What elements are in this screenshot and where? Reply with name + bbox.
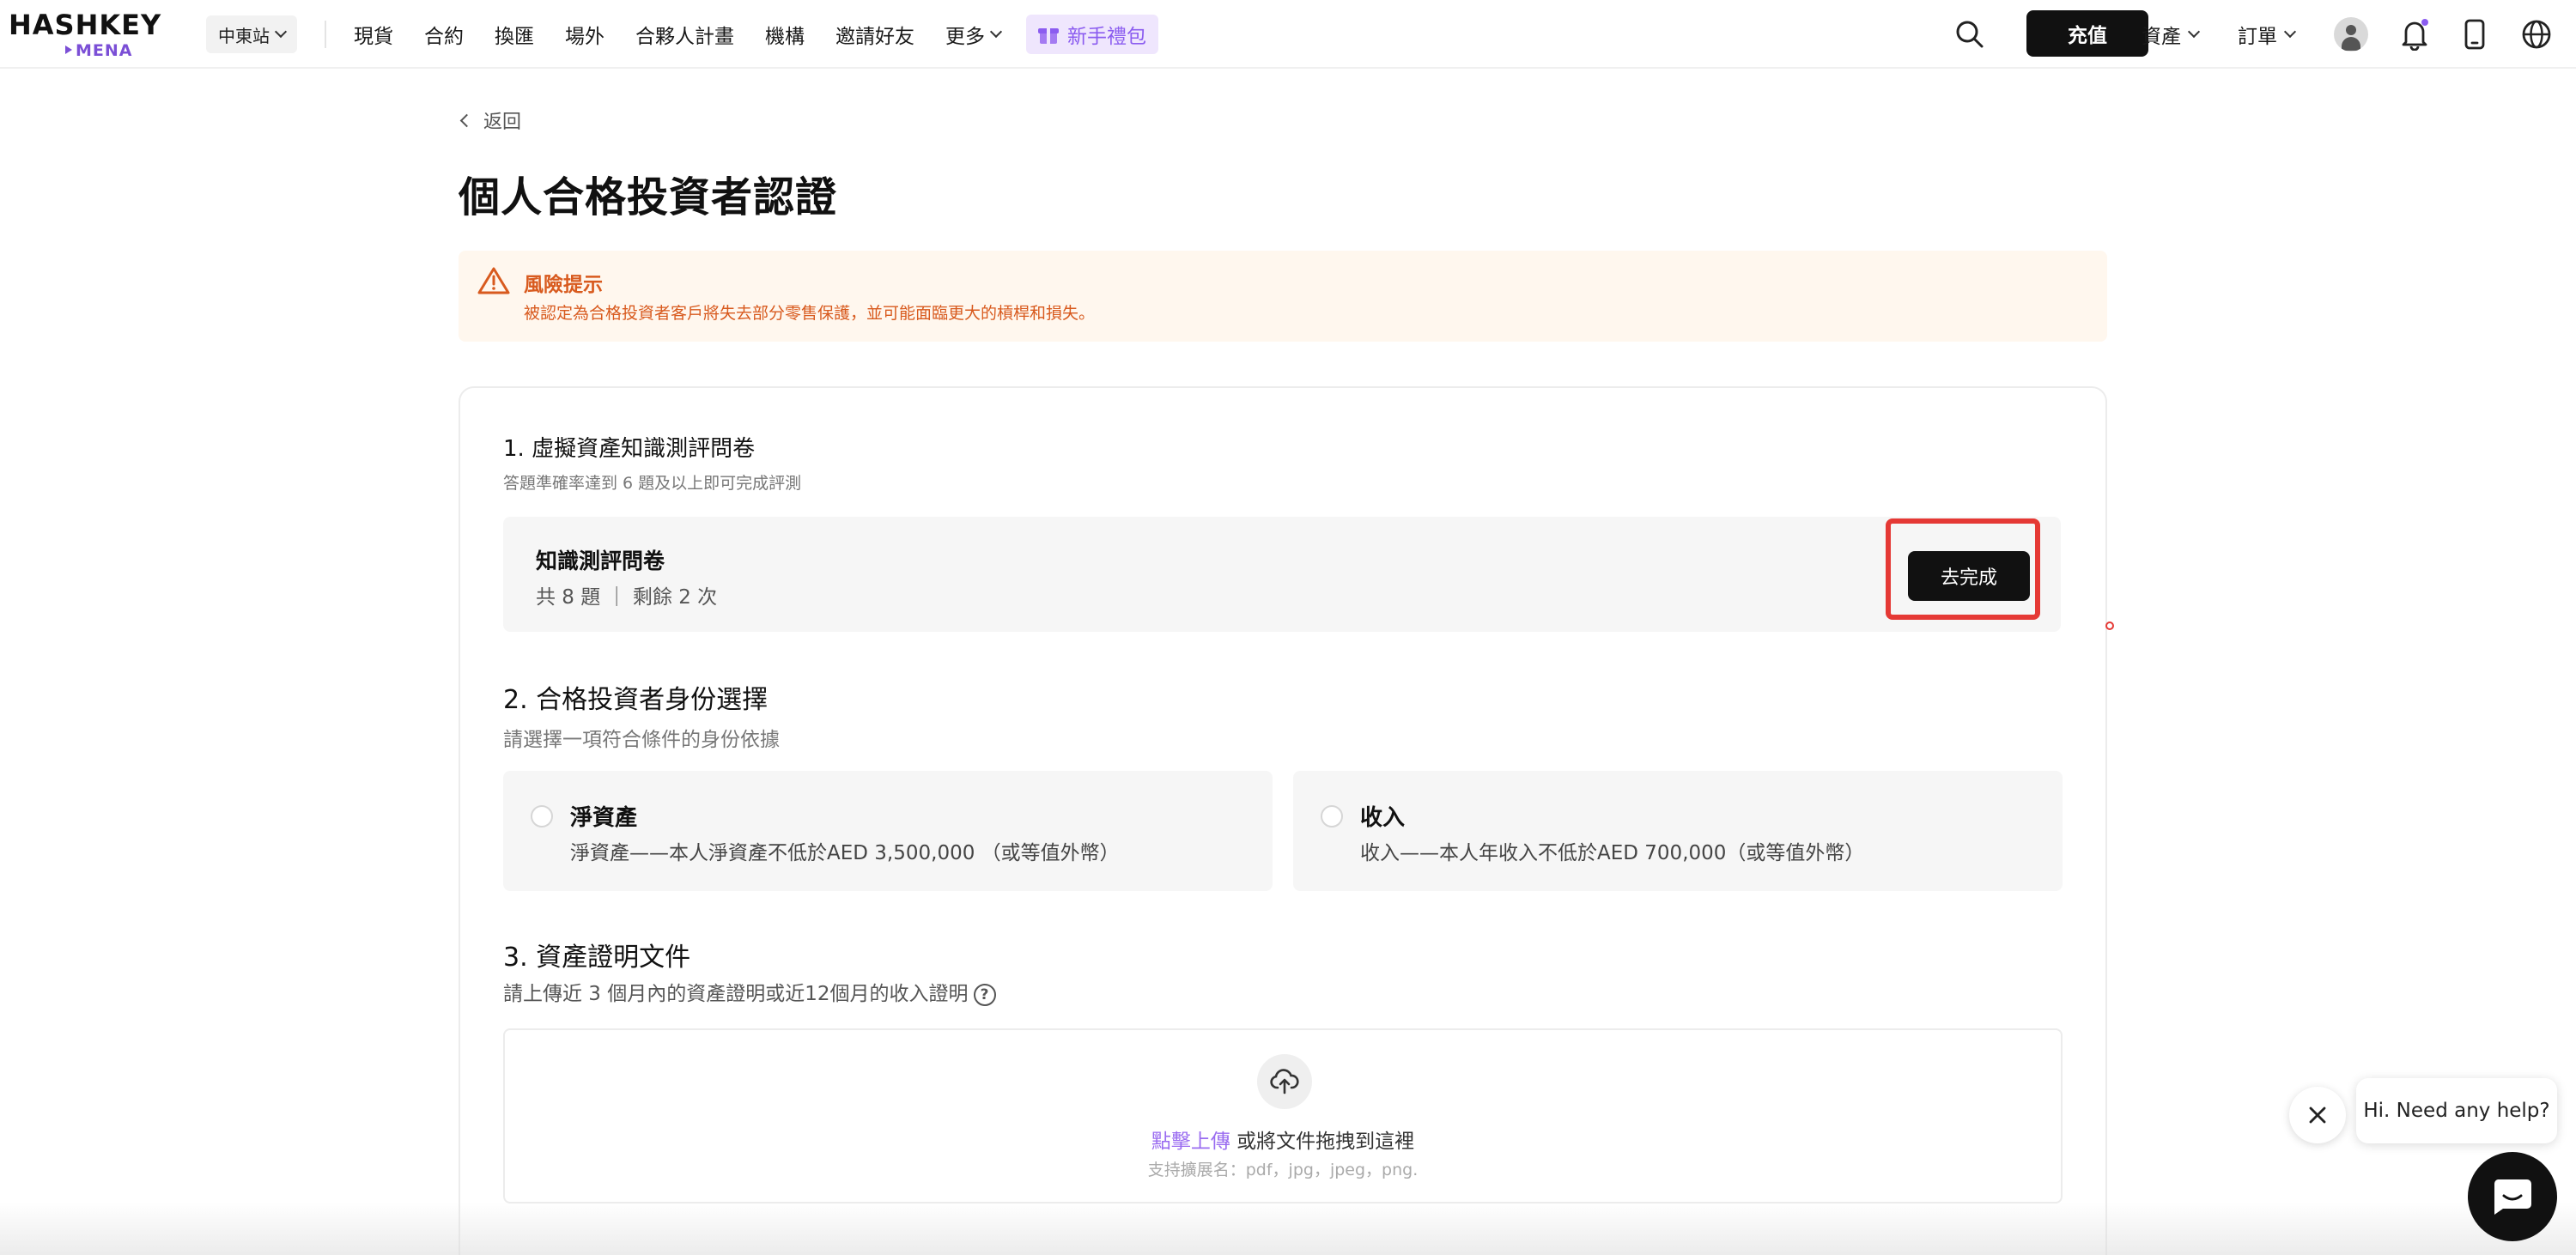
logo-wordmark: HASHKEY (9, 9, 162, 41)
nav-item-convert[interactable]: 換匯 (495, 20, 534, 49)
risk-title: 風險提示 (524, 274, 603, 296)
page-title: 個人合格投資者認證 (459, 173, 838, 221)
option-title: 淨資產 (570, 805, 638, 831)
chat-close-button[interactable] (2289, 1087, 2346, 1143)
upload-text: 或將文件拖拽到這裡 (1230, 1131, 1415, 1153)
nav-divider (325, 21, 326, 48)
bell-icon[interactable] (2397, 17, 2432, 52)
back-link[interactable]: 返回 (459, 106, 522, 134)
logo-sub: MENA (65, 41, 133, 60)
nav-item-institution[interactable]: 機構 (765, 20, 805, 49)
section3-subtitle: 請上傳近 3 個月內的資產證明或近12個月的收入證明 (503, 983, 969, 1005)
option-income[interactable]: 收入 收入——本人年收入不低於AED 700,000（或等值外幣） (1293, 771, 2063, 891)
warning-icon (477, 266, 510, 299)
upload-link[interactable]: 點擊上傳 (1151, 1131, 1230, 1153)
chat-icon (2494, 1179, 2531, 1215)
search-icon[interactable] (1953, 17, 1987, 52)
back-label: 返回 (483, 112, 522, 133)
nav-item-otc[interactable]: 場外 (565, 20, 605, 49)
chat-launcher-button[interactable] (2468, 1152, 2557, 1241)
nav-item-spot[interactable]: 現貨 (354, 20, 393, 49)
upload-hint: 支持擴展名：pdf，jpg，jpeg，png. (1147, 1161, 1419, 1179)
quiz-card: 知識測評問卷 共 8 題 ｜ 剩餘 2 次 去完成 (503, 517, 2061, 632)
mobile-icon[interactable] (2458, 17, 2492, 52)
chevron-down-icon (989, 25, 1003, 39)
orders-label: 訂單 (2238, 26, 2277, 48)
nav-more-label: 更多 (945, 26, 985, 48)
region-label: 中東站 (218, 25, 270, 46)
option-title: 收入 (1360, 805, 1406, 831)
section1-title: 1. 虛擬資產知識測評問卷 (503, 436, 756, 462)
cursor-marker (2105, 621, 2114, 630)
gift-icon (1038, 25, 1059, 44)
section2-subtitle: 請選擇一項符合條件的身份依據 (503, 729, 780, 751)
section1-subtitle: 答題準確率達到 6 題及以上即可完成評測 (503, 474, 802, 493)
option-net-assets[interactable]: 淨資產 淨資產——本人淨資產不低於AED 3,500,000 （或等值外幣） (503, 771, 1273, 891)
chevron-down-icon (2187, 25, 2201, 39)
bottom-shadow (0, 1202, 2576, 1255)
globe-icon[interactable] (2519, 17, 2554, 52)
section2-title: 2. 合格投資者身份選擇 (503, 685, 769, 715)
cloud-upload-icon (1257, 1054, 1312, 1109)
user-avatar-icon[interactable] (2334, 17, 2368, 52)
section3-title: 3. 資產證明文件 (503, 943, 691, 973)
risk-notice: 風險提示 被認定為合格投資者客戶將失去部分零售保護，並可能面臨更大的槓桿和損失。 (459, 251, 2107, 342)
upload-instruction: 點擊上傳 或將文件拖拽到這裡 (505, 1125, 2061, 1154)
hashkey-logo[interactable]: HASHKEY MENA (9, 9, 161, 60)
chevron-down-icon (274, 25, 288, 39)
radio-net-assets[interactable] (531, 805, 553, 828)
quiz-info: 共 8 題 ｜ 剩餘 2 次 (536, 586, 718, 609)
file-upload-dropzone[interactable]: 點擊上傳 或將文件拖拽到這裡 支持擴展名：pdf，jpg，jpeg，png. (503, 1028, 2063, 1203)
section3-subtitle-row: 請上傳近 3 個月內的資產證明或近12個月的收入證明? (503, 977, 996, 1006)
assets-label: 資產 (2142, 26, 2181, 48)
quiz-title: 知識測評問卷 (536, 549, 665, 573)
close-icon (2309, 1106, 2326, 1124)
radio-income[interactable] (1321, 805, 1343, 828)
option-desc: 淨資產——本人淨資產不低於AED 3,500,000 （或等值外幣） (570, 842, 1120, 864)
gift-label: 新手禮包 (1067, 26, 1146, 48)
assets-menu[interactable]: 資產 (2142, 0, 2201, 69)
gift-pack-button[interactable]: 新手禮包 (1026, 15, 1158, 54)
recharge-button[interactable]: 充值 (2026, 10, 2148, 57)
nav-item-futures[interactable]: 合約 (424, 20, 464, 49)
help-icon[interactable]: ? (973, 983, 996, 1006)
nav-item-partner[interactable]: 合夥人計畫 (635, 20, 734, 49)
region-selector[interactable]: 中東站 (206, 15, 297, 53)
chevron-down-icon (2283, 25, 2297, 39)
top-nav-bar: HASHKEY MENA 中東站 現貨 合約 換匯 場外 合夥人計畫 機構 邀請… (0, 0, 2576, 69)
chat-greeting-bubble[interactable]: Hi. Need any help? (2356, 1078, 2557, 1143)
orders-menu[interactable]: 訂單 (2238, 0, 2297, 69)
risk-text: 被認定為合格投資者客戶將失去部分零售保護，並可能面臨更大的槓桿和損失。 (524, 304, 1096, 323)
option-desc: 收入——本人年收入不低於AED 700,000（或等值外幣） (1360, 842, 1865, 864)
highlight-box (1886, 518, 2040, 620)
nav-item-more[interactable]: 更多 (945, 20, 1003, 49)
main-nav: 現貨 合約 換匯 場外 合夥人計畫 機構 邀請好友 更多 新手禮包 (354, 0, 1158, 69)
chevron-left-icon (459, 113, 474, 127)
nav-item-referral[interactable]: 邀請好友 (835, 20, 914, 49)
